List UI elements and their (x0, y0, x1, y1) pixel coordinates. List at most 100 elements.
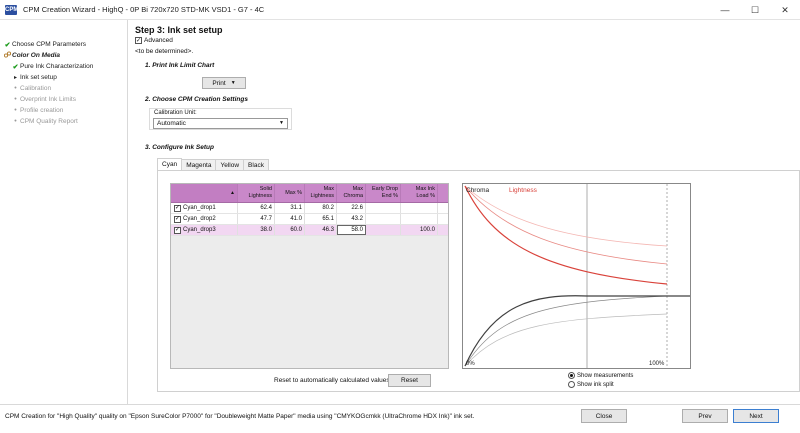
step-label: Profile creation (20, 107, 64, 114)
check-icon: ✔ (12, 63, 19, 71)
cell-max-ink-load[interactable] (401, 203, 438, 213)
cell-max-lightness: 65.1 (305, 214, 337, 224)
bullet-icon: • (14, 96, 17, 103)
chroma-curve-drop3 (464, 295, 690, 367)
column-header-max-ink-load[interactable]: Max Ink Load % (401, 184, 438, 202)
step-profile-creation[interactable]: • Profile creation (0, 105, 127, 116)
minimize-button[interactable]: — (710, 0, 740, 20)
next-button[interactable]: Next (733, 409, 779, 423)
drop-name: Cyan_drop2 (183, 215, 216, 222)
cell-solid-lightness: 38.0 (238, 225, 275, 235)
ink-curve-svg: Chroma Lightness 0% 100% (464, 184, 690, 368)
ink-tabs: Cyan Magenta Yellow Black (157, 158, 269, 170)
x-min-label: 0% (466, 361, 475, 367)
table-row-selected[interactable]: ✓ Cyan_drop3 38.0 60.0 46.3 58.0 100.0 (171, 225, 448, 236)
maximize-button[interactable]: ☐ (740, 0, 770, 20)
column-header-name[interactable]: ▲ (171, 184, 238, 202)
close-window-button[interactable]: ✕ (770, 0, 800, 20)
column-header-max-chroma[interactable]: Max Chroma (337, 184, 366, 202)
status-text: CPM Creation for "High Quality" quality … (5, 413, 475, 420)
table-row[interactable]: ✓ Cyan_drop1 62.4 31.1 80.2 22.6 (171, 203, 448, 214)
lightness-axis-label: Lightness (509, 187, 538, 194)
cell-max-lightness: 80.2 (305, 203, 337, 213)
prev-button[interactable]: Prev (682, 409, 728, 423)
cell-max-pct[interactable]: 31.1 (275, 203, 305, 213)
column-header-max-lightness[interactable]: Max Lightness (305, 184, 337, 202)
row-checkbox[interactable]: ✓ (174, 226, 181, 234)
reset-button[interactable]: Reset (388, 374, 431, 387)
bullet-icon: • (14, 85, 17, 92)
radio-show-measurements[interactable]: Show measurements (568, 371, 633, 380)
tab-black[interactable]: Black (243, 159, 269, 170)
close-button[interactable]: Close (581, 409, 627, 423)
cell-early-drop-end[interactable] (366, 214, 401, 224)
cell-max-ink-load[interactable]: 100.0 (401, 225, 438, 235)
calibration-unit-label: Calibration Unit: (154, 110, 197, 116)
advanced-label: Advanced (144, 37, 173, 44)
row-checkbox[interactable]: ✓ (174, 215, 181, 223)
checkbox-box[interactable]: ✓ (135, 37, 142, 44)
lightness-curve-drop3 (464, 185, 668, 285)
current-step-arrow-icon: ▸ (13, 75, 17, 81)
column-header-early-drop-end[interactable]: Early Drop End % (366, 184, 401, 202)
cell-solid-lightness: 62.4 (238, 203, 275, 213)
dropdown-arrow-icon: ▼ (230, 80, 236, 86)
bullet-icon: • (14, 107, 17, 114)
cell-early-drop-end[interactable] (366, 225, 401, 235)
step-label: Ink set setup (20, 74, 57, 81)
advanced-checkbox[interactable]: ✓ Advanced (135, 37, 173, 44)
ink-drop-table: ▲ Solid Lightness Max % Max Lightness Ma… (170, 183, 449, 369)
step-overprint-ink-limits[interactable]: • Overprint Ink Limits (0, 94, 127, 105)
sort-ascending-icon: ▲ (230, 189, 235, 196)
window-title: CPM Creation Wizard - HighQ - 0P Bi 720x… (23, 5, 265, 14)
table-row[interactable]: ✓ Cyan_drop2 47.7 41.0 65.1 43.2 (171, 214, 448, 225)
title-bar: CPM CPM Creation Wizard - HighQ - 0P Bi … (0, 0, 800, 20)
step-label: Color On Media (12, 52, 61, 59)
radio-button[interactable] (568, 381, 575, 388)
drop-name: Cyan_drop1 (183, 204, 216, 211)
calibration-unit-select[interactable]: Automatic ▼ (153, 118, 288, 129)
reset-label: Reset to automatically calculated values… (274, 377, 392, 384)
step-choose-cpm-parameters[interactable]: ✔ Choose CPM Parameters (0, 39, 127, 50)
chroma-axis-label: Chroma (466, 187, 490, 194)
cell-max-chroma[interactable]: 43.2 (337, 214, 366, 224)
cell-max-pct[interactable]: 41.0 (275, 214, 305, 224)
step-label: Calibration (20, 85, 52, 92)
cell-max-ink-load[interactable] (401, 214, 438, 224)
step-ink-set-setup[interactable]: ▸ Ink set setup (0, 72, 127, 83)
section-print-ink-limit-chart: 1. Print Ink Limit Chart (145, 62, 215, 69)
cell-solid-lightness: 47.7 (238, 214, 275, 224)
chevron-down-icon: ▼ (279, 120, 284, 126)
x-max-label: 100% (649, 361, 665, 367)
tab-cyan[interactable]: Cyan (157, 158, 183, 170)
radio-label: Show measurements (577, 372, 634, 379)
column-header-max-pct[interactable]: Max % (275, 184, 305, 202)
column-header-solid-lightness[interactable]: Solid Lightness (238, 184, 275, 202)
step-calibration[interactable]: • Calibration (0, 83, 127, 94)
lightness-curve-drop1 (464, 185, 668, 247)
main-panel: Step 3: Ink set setup ✓ Advanced <to be … (129, 20, 800, 404)
cell-early-drop-end[interactable] (366, 203, 401, 213)
wizard-steps-sidebar: ✔ Choose CPM Parameters Color On Media ✔… (0, 20, 128, 404)
cell-max-pct[interactable]: 60.0 (275, 225, 305, 235)
radio-button[interactable] (568, 372, 575, 379)
cell-max-chroma-editing[interactable]: 58.0 (337, 225, 366, 235)
radio-show-ink-split[interactable]: Show ink split (568, 380, 633, 389)
step-label: CPM Quality Report (20, 118, 78, 125)
step-cpm-quality-report[interactable]: • CPM Quality Report (0, 116, 127, 127)
step-label: Choose CPM Parameters (12, 41, 87, 48)
cell-max-chroma[interactable]: 22.6 (337, 203, 366, 213)
radio-label: Show ink split (577, 381, 614, 388)
step-pure-ink-characterization[interactable]: ✔ Pure Ink Characterization (0, 61, 127, 72)
section-configure-ink-setup: 3. Configure Ink Setup (145, 144, 214, 151)
lightness-curve-drop2 (464, 185, 668, 265)
print-button[interactable]: Print ▼ (202, 77, 246, 89)
cyan-tab-panel: ▲ Solid Lightness Max % Max Lightness Ma… (157, 170, 800, 392)
tab-yellow[interactable]: Yellow (215, 159, 245, 170)
row-checkbox[interactable]: ✓ (174, 204, 181, 212)
step-color-on-media[interactable]: Color On Media (0, 50, 127, 61)
app-icon: CPM (5, 4, 19, 15)
tab-magenta[interactable]: Magenta (181, 159, 217, 170)
chroma-curve-drop2 (464, 295, 668, 367)
tbd-text: <to be determined>. (135, 48, 194, 55)
